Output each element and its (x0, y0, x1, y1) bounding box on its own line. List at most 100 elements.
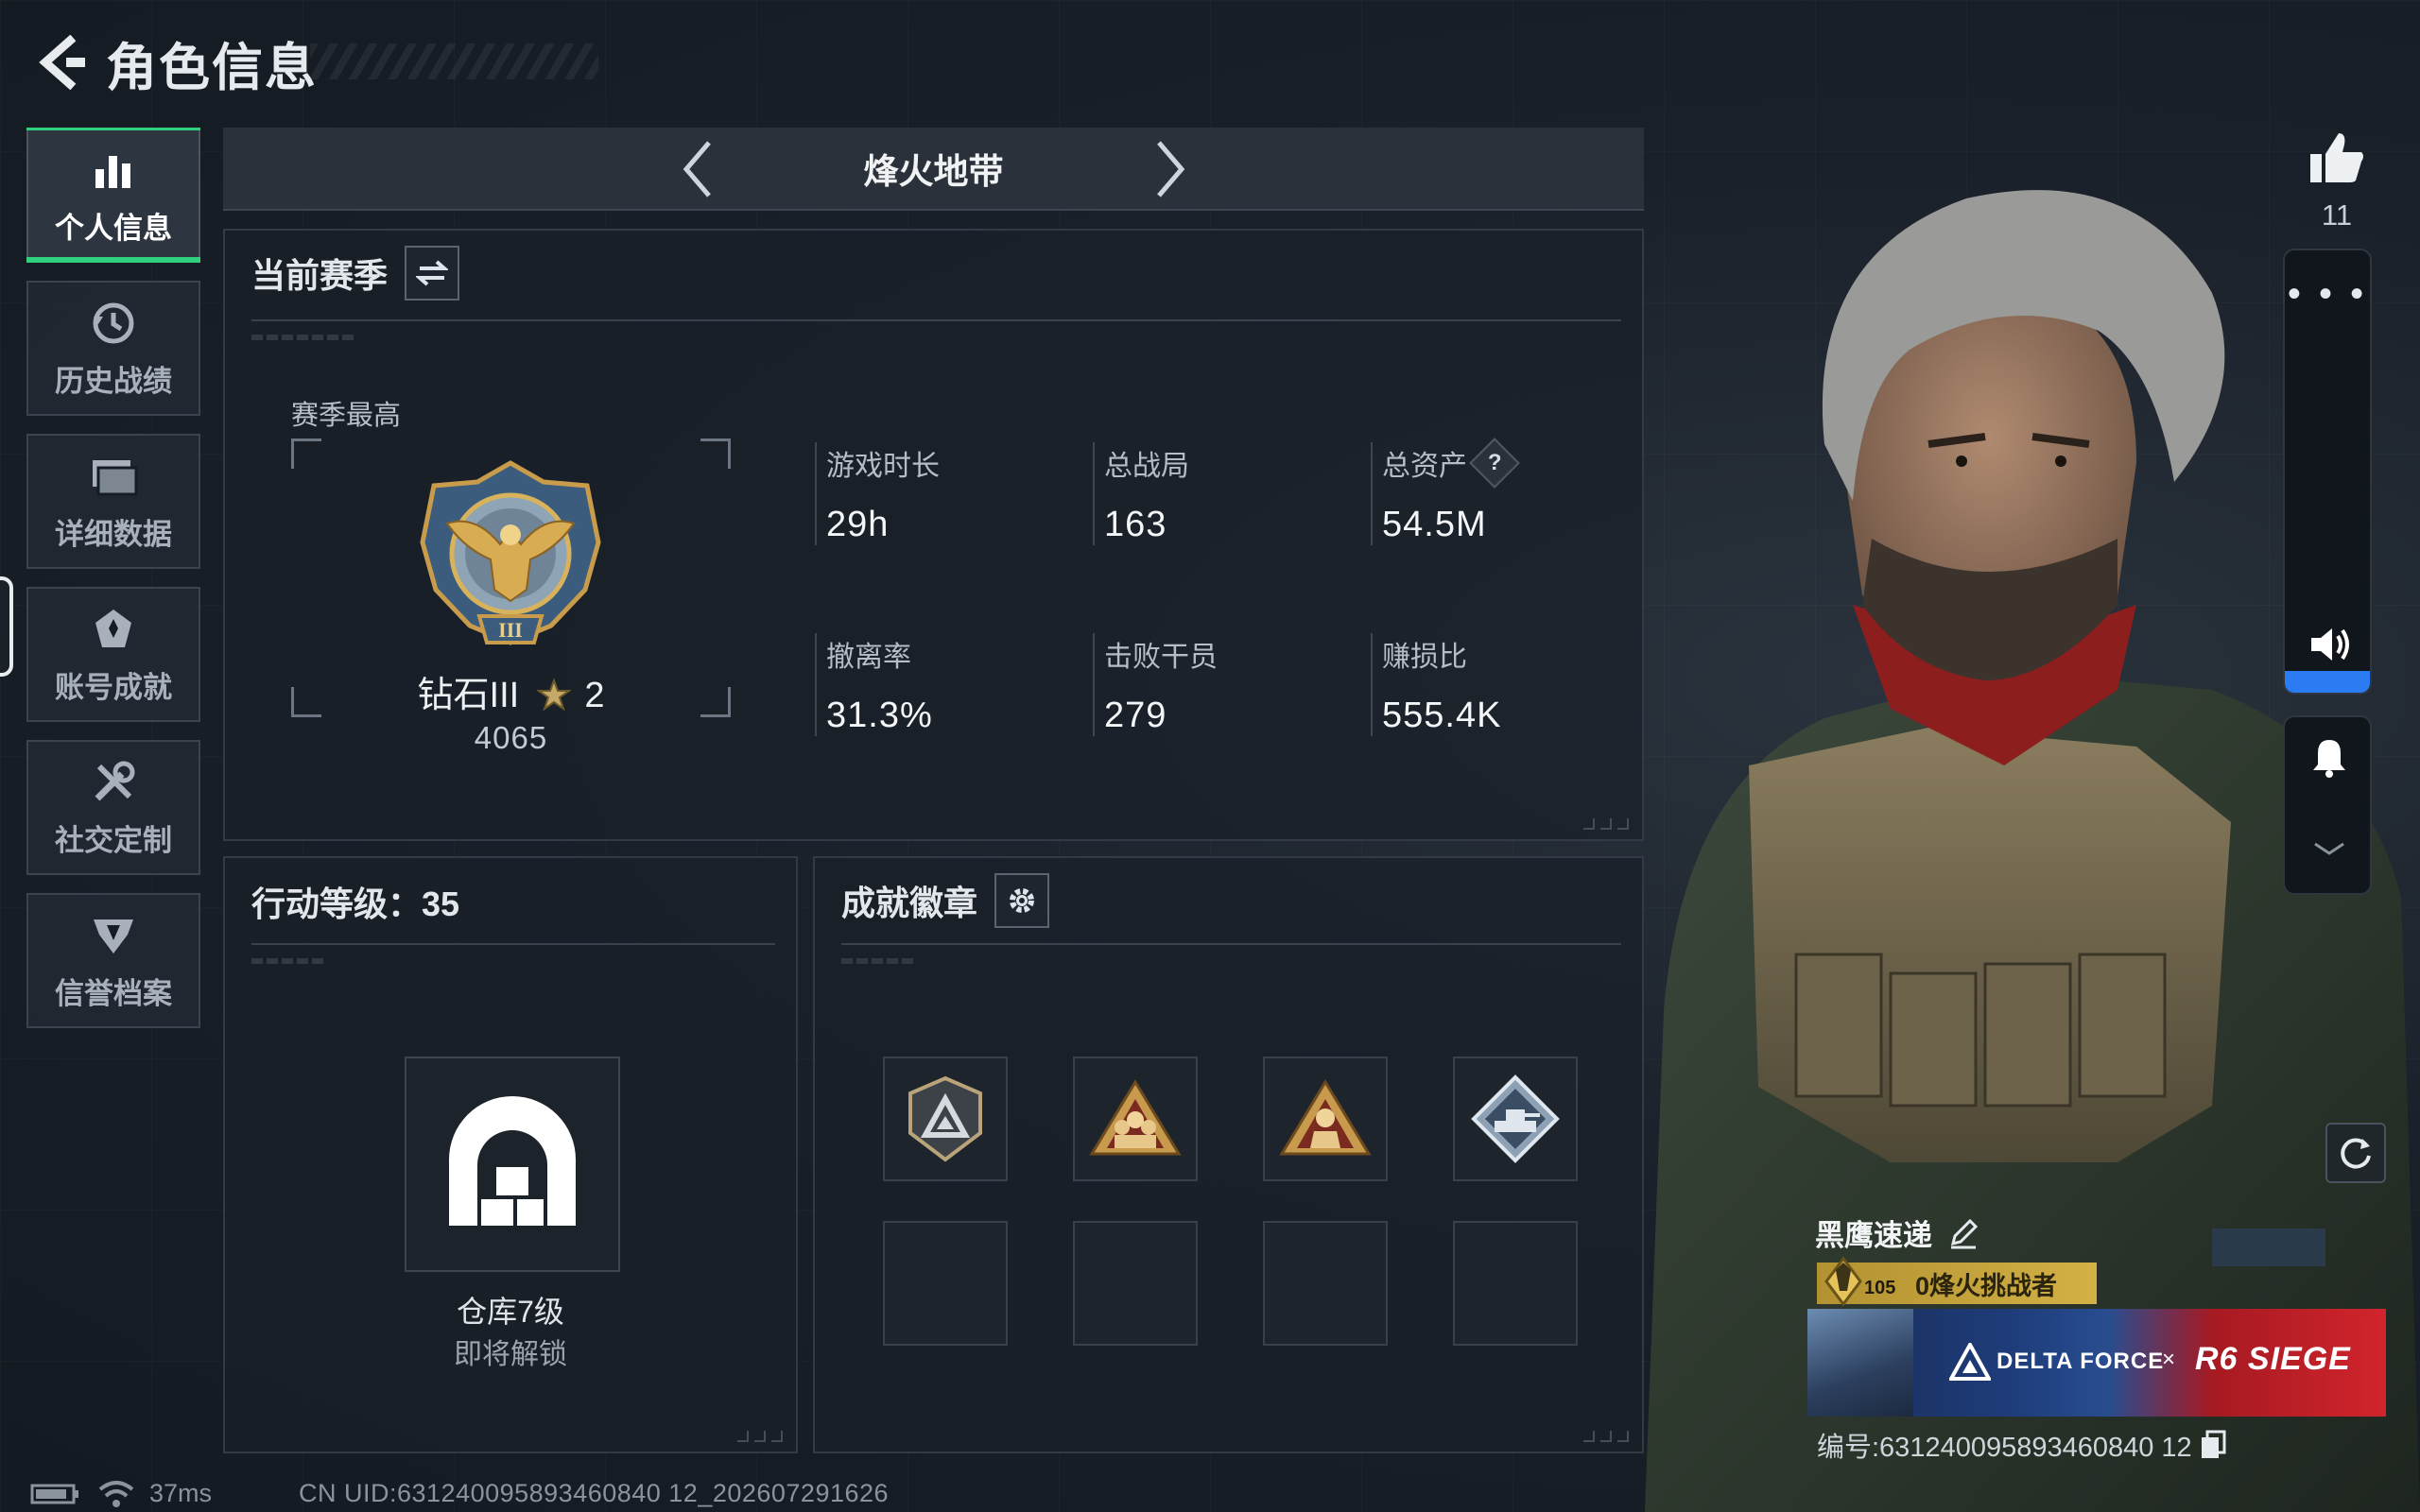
battery-icon (30, 1484, 78, 1503)
folder-data-icon (87, 450, 140, 503)
bell-icon[interactable] (2310, 736, 2348, 778)
warehouse-tile[interactable] (405, 1057, 620, 1272)
help-icon[interactable]: ? (1469, 438, 1520, 489)
edit-icon[interactable] (1947, 1217, 1979, 1249)
achievement-icon (87, 603, 140, 656)
more-options-button[interactable]: • • • (2285, 275, 2370, 313)
warehouse-subtitle: 即将解锁 (454, 1339, 567, 1370)
frame-corner (291, 438, 321, 469)
stat-value: 163 (1104, 505, 1167, 544)
warehouse-title: 仓库7级 (457, 1295, 564, 1329)
stat-total-assets: 总资产 ? 54.5M (1371, 438, 1520, 545)
mode-next-button[interactable] (1140, 139, 1201, 199)
squad-badge-icon (1089, 1079, 1182, 1156)
profile-banner[interactable]: DELTA FORCE × R6 SIEGE (1807, 1309, 2386, 1417)
help-glyph: ? (1487, 449, 1502, 475)
back-arrow-icon (39, 35, 85, 90)
badge-slot-empty[interactable] (883, 1221, 1008, 1346)
sidebar-item-achievements[interactable]: 账号成就 (26, 587, 200, 722)
badges-panel: 成就徽章 (813, 856, 1644, 1453)
stat-profit-ratio: 赚损比 555.4K (1371, 633, 1501, 736)
tools-icon (87, 756, 140, 809)
star-icon (535, 678, 572, 712)
stat-value: 54.5M (1382, 505, 1487, 544)
sidebar-item-label: 信誉档案 (55, 977, 172, 1010)
rank-name-text: 钻石III (417, 676, 520, 715)
bar-chart-icon (87, 144, 140, 197)
copy-icon[interactable] (2200, 1430, 2226, 1460)
level-badge-number: 105 (1864, 1278, 1896, 1298)
history-clock-icon (87, 297, 140, 350)
diamond-rank-emblem-icon: III (420, 460, 601, 645)
operator-badge-icon (1279, 1079, 1372, 1156)
badge-slot-empty[interactable] (1263, 1221, 1388, 1346)
like-button[interactable] (2299, 115, 2375, 200)
stat-value: 31.3% (826, 696, 933, 735)
badge-slot-empty[interactable] (1453, 1221, 1578, 1346)
divider (251, 943, 775, 945)
sidebar-item-reputation[interactable]: 信誉档案 (26, 893, 200, 1028)
sidebar-item-label: 社交定制 (55, 824, 172, 857)
banner-brand: DELTA FORCE (1996, 1349, 2165, 1374)
mode-title: 烽火地带 (863, 152, 1004, 191)
frame-corner (700, 438, 731, 469)
speaker-icon[interactable] (2306, 621, 2353, 668)
season-panel: 当前赛季 赛季最高 III 钻石III 2 4065 游戏时长 29h 总战局 … (223, 229, 1644, 841)
badges-title: 成就徽章 (841, 884, 978, 922)
chevron-down-icon[interactable] (2311, 840, 2347, 859)
sidebar-item-history[interactable]: 历史战绩 (26, 281, 200, 416)
sidebar-item-label: 账号成就 (55, 671, 172, 704)
chevron-left-icon (683, 141, 711, 198)
badge-slot-empty[interactable] (1073, 1221, 1198, 1346)
like-count: 11 (2321, 198, 2353, 232)
stat-label: 总战局 (1104, 451, 1189, 482)
player-id-text: 编号:631240095893460840 12 (1817, 1433, 2192, 1463)
stat-total-matches: 总战局 163 (1093, 442, 1189, 545)
page-title: 角色信息 (106, 39, 318, 96)
badge-slot[interactable] (1073, 1057, 1198, 1181)
sidebar-item-label: 个人信息 (55, 212, 172, 245)
banner-portrait (1807, 1309, 1913, 1417)
stat-value: 555.4K (1382, 696, 1502, 735)
player-title-tag: 105 0烽火挑战者 (1817, 1256, 2097, 1307)
badges-header: 成就徽章 (841, 873, 1050, 928)
banner-partner: R6 SIEGE (2195, 1341, 2351, 1377)
swap-icon (416, 260, 449, 286)
volume-panel[interactable]: • • • (2283, 249, 2372, 695)
banner-cross: × (2162, 1347, 2176, 1372)
corner-decoration (737, 1431, 783, 1442)
title-tag-text: 0烽火挑战者 (1915, 1271, 2058, 1300)
vehicle-badge-icon (1471, 1074, 1560, 1163)
volume-level-fill (2285, 670, 2370, 693)
season-best-label: 赛季最高 (291, 401, 402, 431)
stat-value: 279 (1104, 696, 1167, 735)
sidebar-item-social[interactable]: 社交定制 (26, 740, 200, 875)
badge-slot[interactable] (883, 1057, 1008, 1181)
badge-slot[interactable] (1263, 1057, 1388, 1181)
stat-operators-defeated: 击败干员 279 (1093, 633, 1218, 736)
badge-slot[interactable] (1453, 1057, 1578, 1181)
status-bar: 37ms (30, 1479, 212, 1508)
sidebar-item-personal-info[interactable]: 个人信息 (26, 128, 200, 263)
player-name-text: 黑鹰速递 (1815, 1219, 1932, 1252)
mode-prev-button[interactable] (667, 139, 728, 199)
edge-handle[interactable] (0, 576, 13, 677)
divider-decoration (841, 958, 917, 964)
rank-name: 钻石III 2 (291, 665, 731, 717)
divider-decoration (251, 335, 355, 340)
rotate-model-button[interactable] (2325, 1123, 2386, 1183)
level-title: 行动等级：35 (251, 885, 460, 923)
sidebar-item-label: 历史战绩 (55, 365, 172, 398)
sidebar-item-details[interactable]: 详细数据 (26, 434, 200, 569)
stat-label: 击败干员 (1104, 642, 1218, 673)
page-header: 角色信息 (26, 26, 598, 98)
back-button[interactable] (26, 29, 93, 95)
season-header: 当前赛季 (251, 246, 460, 301)
badges-settings-button[interactable] (994, 873, 1050, 928)
level-panel: 行动等级：35 仓库7级 即将解锁 (223, 856, 798, 1453)
stat-label: 游戏时长 (826, 451, 940, 482)
rank-score: 4065 (474, 720, 548, 755)
rotate-icon (2341, 1138, 2371, 1169)
season-switch-button[interactable] (405, 246, 460, 301)
reputation-shield-icon (87, 909, 140, 962)
